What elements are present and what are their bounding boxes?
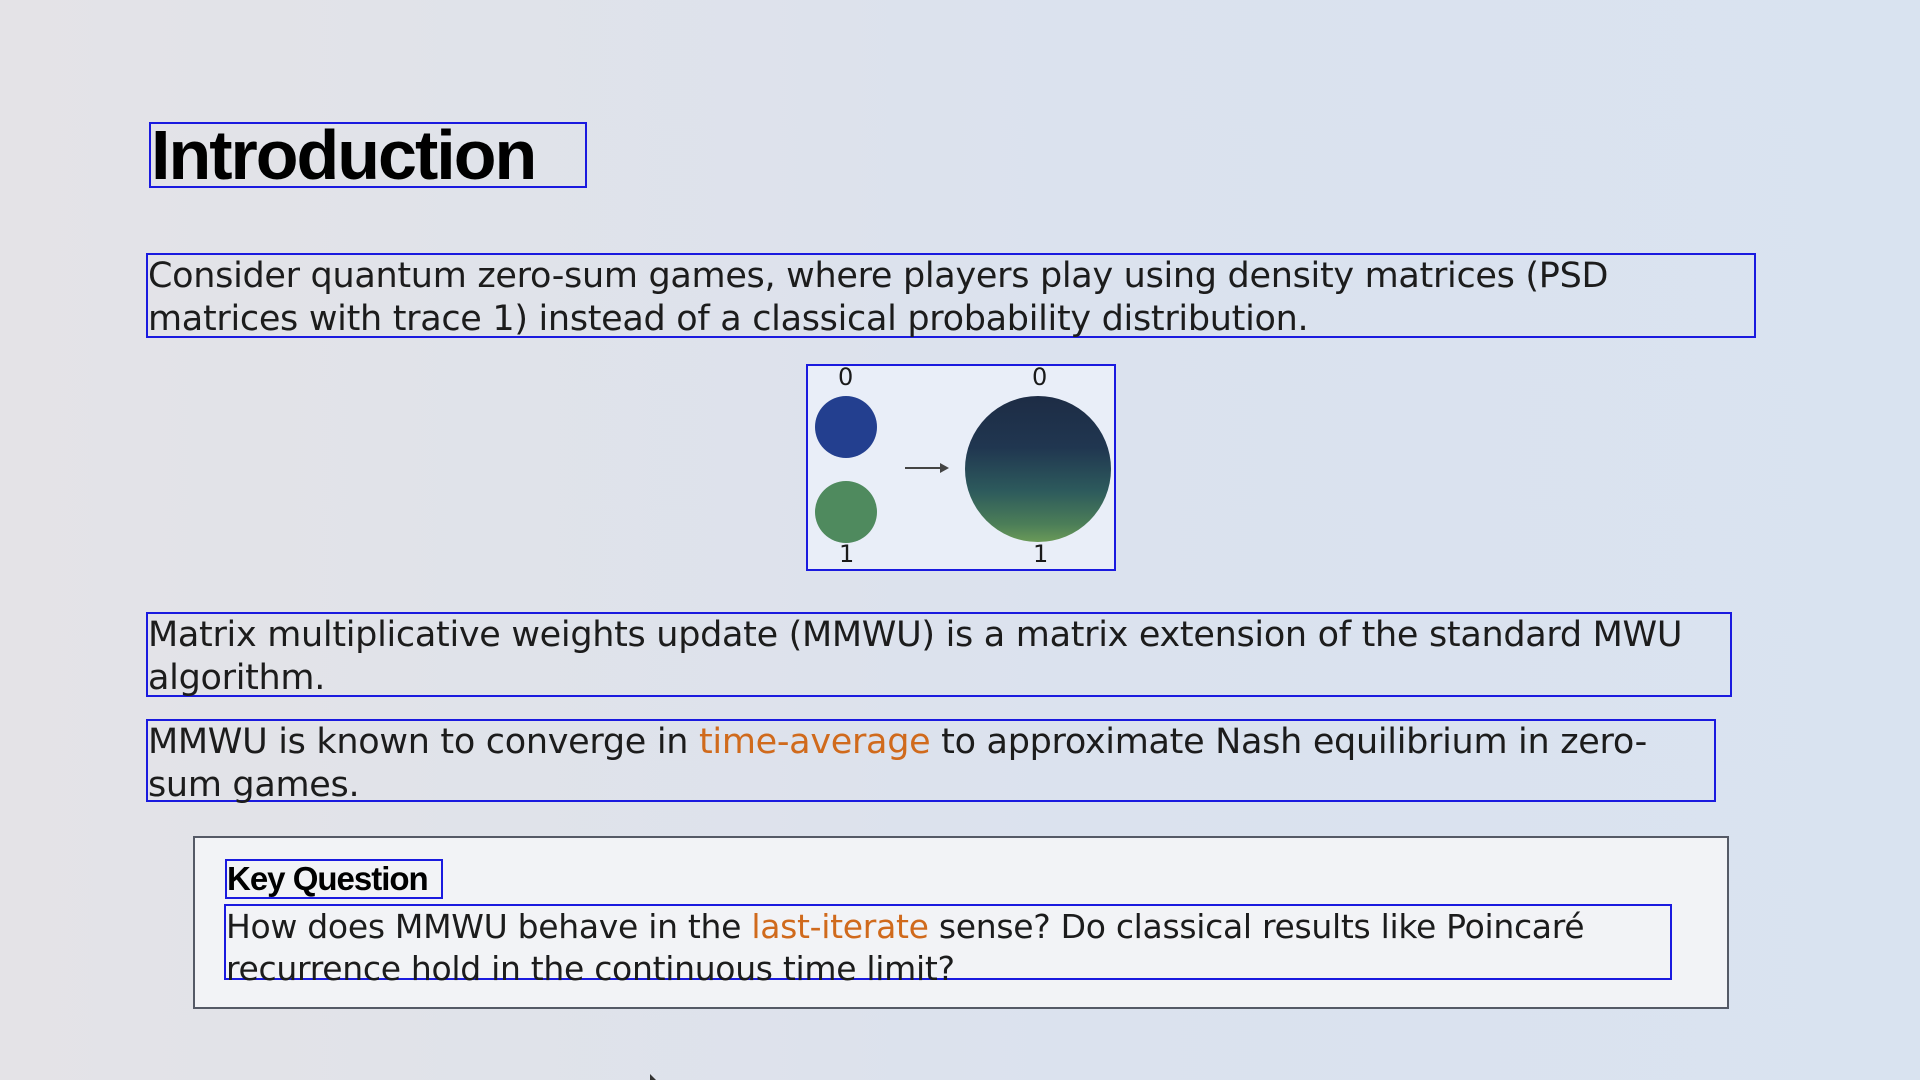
- basis-state-1-circle: [815, 481, 877, 543]
- paragraph-mmwu-convergence: MMWU is known to converge in time-averag…: [146, 719, 1716, 805]
- basis-state-0-circle: [815, 396, 877, 458]
- state-label-1-left: 1: [839, 540, 855, 568]
- quantum-state-figure: 0 1 0 1: [806, 363, 1116, 571]
- time-average-highlight: time-average: [698, 722, 931, 762]
- state-label-0-right: 0: [1032, 363, 1048, 391]
- mouse-cursor-icon: [650, 1074, 656, 1080]
- state-label-0-left: 0: [838, 363, 854, 391]
- slide-title: Introduction: [149, 120, 587, 190]
- key-question-before: How does MMWU behave in the: [226, 907, 752, 946]
- paragraph-quantum-games: Consider quantum zero-sum games, where p…: [146, 253, 1756, 339]
- last-iterate-highlight: last-iterate: [751, 907, 929, 946]
- state-label-1-right: 1: [1033, 540, 1049, 568]
- key-question-text: How does MMWU behave in the last-iterate…: [224, 904, 1672, 988]
- convergence-text-before: MMWU is known to converge in: [148, 722, 699, 762]
- key-question-heading: Key Question: [225, 859, 443, 899]
- right-arrow-icon: [905, 463, 949, 473]
- paragraph-mmwu-definition: Matrix multiplicative weights update (MM…: [146, 612, 1732, 698]
- superposition-state-circle: [965, 396, 1111, 542]
